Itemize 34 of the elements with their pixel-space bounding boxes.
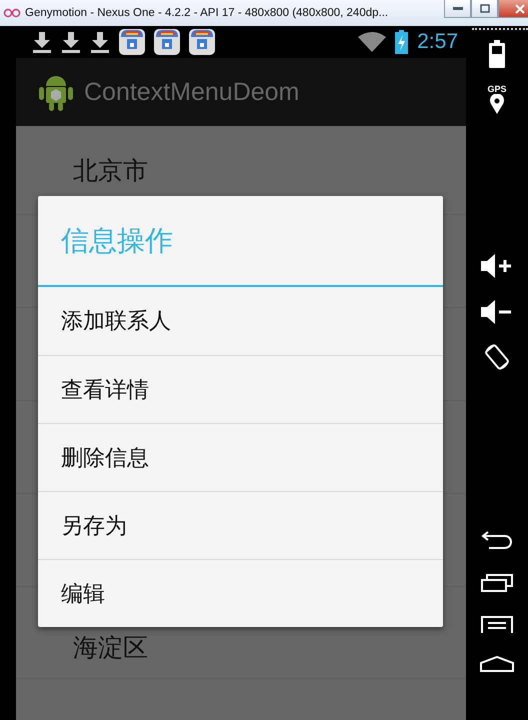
wifi-icon bbox=[358, 31, 386, 53]
minimize-button[interactable] bbox=[444, 0, 471, 18]
store-icon bbox=[119, 29, 145, 55]
menu-item[interactable]: 删除信息 bbox=[38, 423, 443, 491]
android-icon bbox=[38, 73, 74, 111]
volume-up-icon[interactable] bbox=[481, 254, 513, 278]
home-icon[interactable] bbox=[480, 656, 514, 672]
window-title: Genymotion - Nexus One - 4.2.2 - API 17 - 480x800 (480x800, 240dp... bbox=[25, 7, 388, 19]
store-icon bbox=[154, 29, 180, 55]
menu-item[interactable]: 编辑 bbox=[38, 559, 443, 627]
battery-icon bbox=[395, 30, 408, 54]
rotate-icon[interactable] bbox=[482, 342, 512, 372]
menu-icon[interactable] bbox=[481, 616, 513, 634]
gps-label: GPS bbox=[487, 84, 506, 94]
menu-item[interactable]: 查看详情 bbox=[38, 355, 443, 423]
menu-item[interactable]: 添加联系人 bbox=[38, 287, 443, 355]
battery-icon[interactable] bbox=[489, 40, 505, 68]
minimize-icon bbox=[452, 6, 462, 10]
recent-apps-icon[interactable] bbox=[481, 574, 513, 592]
menu-title: 信息操作 bbox=[61, 222, 173, 258]
volume-down-icon[interactable] bbox=[481, 300, 513, 324]
download-icon bbox=[32, 31, 52, 53]
download-icon bbox=[61, 31, 81, 53]
back-icon[interactable] bbox=[481, 530, 513, 550]
close-icon bbox=[515, 4, 525, 14]
menu-item[interactable]: 另存为 bbox=[38, 491, 443, 559]
maximize-icon bbox=[480, 4, 490, 13]
app-title: ContextMenuDeom bbox=[84, 78, 300, 106]
app-logo-icon bbox=[3, 8, 21, 18]
maximize-button[interactable] bbox=[471, 0, 498, 18]
store-icon bbox=[189, 29, 215, 55]
download-icon bbox=[90, 31, 110, 53]
clock: 2:57 bbox=[417, 30, 458, 54]
location-pin-icon[interactable] bbox=[490, 94, 504, 114]
